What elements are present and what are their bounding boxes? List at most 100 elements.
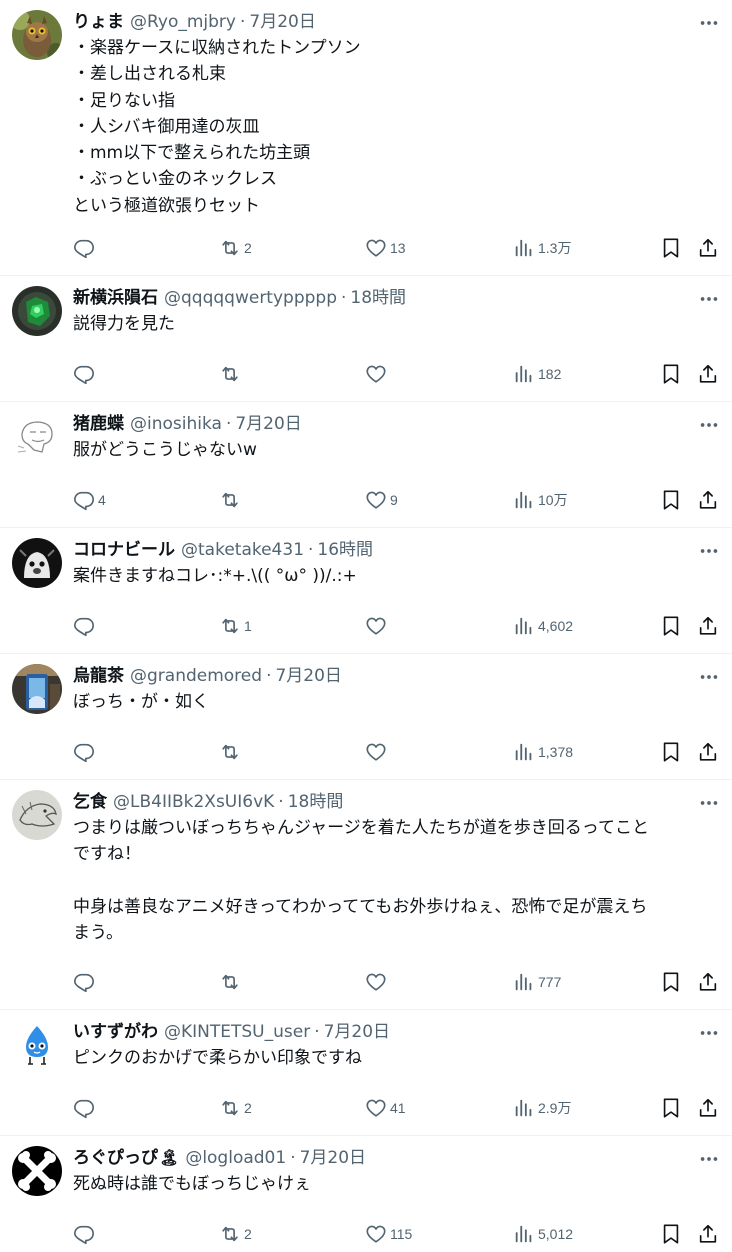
retweet-button[interactable] (219, 969, 244, 995)
bookmark-button[interactable] (660, 1095, 682, 1121)
reply-icon (73, 741, 95, 763)
like-button[interactable] (365, 969, 390, 995)
tweet[interactable]: りょま @Ryo_mjbry · 7月20日 ・楽器ケースに収納されたトンプソン… (0, 0, 732, 276)
user-handle[interactable]: @taketake431 (181, 537, 304, 563)
views-button[interactable]: 10万 (513, 487, 568, 513)
bookmark-button[interactable] (660, 487, 682, 513)
user-handle[interactable]: @inosihika (130, 411, 222, 437)
share-button[interactable] (697, 235, 719, 261)
like-button[interactable]: 9 (365, 487, 398, 513)
views-button[interactable]: 1,378 (513, 739, 573, 765)
user-handle[interactable]: @Ryo_mjbry (130, 9, 236, 35)
more-icon[interactable] (696, 1020, 722, 1046)
bookmark-button[interactable] (660, 613, 682, 639)
bookmark-button[interactable] (660, 361, 682, 387)
display-name[interactable]: 猪鹿蝶 (73, 411, 124, 437)
tweet[interactable]: いすずがわ @KINTETSU_user · 7月20日 ピンクのおかげで柔らか… (0, 1010, 732, 1136)
avatar[interactable] (12, 664, 62, 714)
timestamp[interactable]: 7月20日 (324, 1019, 390, 1045)
share-button[interactable] (697, 969, 719, 995)
timestamp[interactable]: 7月20日 (300, 1145, 366, 1171)
display-name[interactable]: 乞食 (73, 789, 107, 815)
user-handle[interactable]: @logload01 (185, 1145, 286, 1171)
share-button[interactable] (697, 1095, 719, 1121)
share-button[interactable] (697, 1221, 719, 1247)
bookmark-button[interactable] (660, 969, 682, 995)
more-icon[interactable] (696, 1146, 722, 1172)
retweet-button[interactable]: 2 (219, 1095, 252, 1121)
views-button[interactable]: 182 (513, 361, 561, 387)
timestamp[interactable]: 16時間 (317, 537, 373, 563)
retweet-button[interactable]: 1 (219, 613, 252, 639)
more-icon[interactable] (696, 790, 722, 816)
avatar[interactable] (12, 412, 62, 462)
share-button[interactable] (697, 487, 719, 513)
display-name[interactable]: ろぐぴっぴ 🏝 (73, 1145, 179, 1171)
tweet[interactable]: コロナビール @taketake431 · 16時間 案件きますねコレ･:*+.… (0, 528, 732, 654)
reply-button[interactable] (73, 1221, 98, 1247)
timestamp[interactable]: 18時間 (350, 285, 406, 311)
avatar[interactable] (12, 790, 62, 840)
reply-button[interactable] (73, 613, 98, 639)
timestamp[interactable]: 7月20日 (275, 663, 341, 689)
avatar[interactable] (12, 10, 62, 60)
avatar[interactable] (12, 286, 62, 336)
retweet-button[interactable] (219, 739, 244, 765)
user-handle[interactable]: @qqqqqwertyppppp (164, 285, 337, 311)
view-count: 182 (538, 366, 562, 382)
share-button[interactable] (697, 361, 719, 387)
display-name[interactable]: いすずがわ (73, 1019, 158, 1045)
user-handle[interactable]: @LB4IIBk2XsUI6vK (113, 789, 274, 815)
reply-button[interactable] (73, 1095, 98, 1121)
tweet[interactable]: 新横浜隕石 @qqqqqwertyppppp · 18時間 説得力を見た 182 (0, 276, 732, 402)
reply-button[interactable] (73, 235, 98, 261)
like-button[interactable] (365, 739, 390, 765)
bookmark-button[interactable] (660, 1221, 682, 1247)
like-button[interactable]: 13 (365, 235, 406, 261)
share-button[interactable] (697, 739, 719, 765)
bookmark-icon (660, 1097, 682, 1119)
user-handle[interactable]: @KINTETSU_user (164, 1019, 310, 1045)
display-name[interactable]: りょま (73, 9, 124, 35)
display-name[interactable]: 烏龍茶 (73, 663, 124, 689)
avatar[interactable] (12, 1146, 62, 1196)
like-button[interactable]: 115 (365, 1221, 412, 1247)
tweet[interactable]: 烏龍茶 @grandemored · 7月20日 ぼっち・が・如く 1,378 (0, 654, 732, 780)
views-button[interactable]: 5,012 (513, 1221, 573, 1247)
retweet-button[interactable] (219, 487, 244, 513)
more-icon[interactable] (696, 538, 722, 564)
user-handle[interactable]: @grandemored (130, 663, 262, 689)
display-name[interactable]: コロナビール (73, 537, 175, 563)
views-button[interactable]: 777 (513, 969, 561, 995)
view-count: 777 (538, 974, 562, 990)
views-button[interactable]: 2.9万 (513, 1095, 571, 1121)
timestamp[interactable]: 18時間 (288, 789, 344, 815)
retweet-button[interactable]: 2 (219, 1221, 252, 1247)
tweet[interactable]: 猪鹿蝶 @inosihika · 7月20日 服がどうこうじゃないw 4 9 1… (0, 402, 732, 528)
reply-button[interactable] (73, 739, 98, 765)
more-icon[interactable] (696, 286, 722, 312)
tweet[interactable]: ろぐぴっぴ 🏝 @logload01 · 7月20日 死ぬ時は誰でもぼっちじゃけぇ… (0, 1136, 732, 1252)
display-name[interactable]: 新横浜隕石 (73, 285, 158, 311)
views-button[interactable]: 4,602 (513, 613, 573, 639)
like-button[interactable] (365, 613, 390, 639)
retweet-button[interactable] (219, 361, 244, 387)
bookmark-button[interactable] (660, 235, 682, 261)
like-button[interactable]: 41 (365, 1095, 406, 1121)
like-button[interactable] (365, 361, 390, 387)
avatar[interactable] (12, 1020, 62, 1070)
timestamp[interactable]: 7月20日 (249, 9, 315, 35)
more-icon[interactable] (696, 664, 722, 690)
avatar[interactable] (12, 538, 62, 588)
reply-button[interactable]: 4 (73, 487, 106, 513)
more-icon[interactable] (696, 10, 722, 36)
tweet[interactable]: 乞食 @LB4IIBk2XsUI6vK · 18時間 つまりは厳ついぼっちちゃん… (0, 780, 732, 1010)
share-button[interactable] (697, 613, 719, 639)
reply-button[interactable] (73, 969, 98, 995)
bookmark-button[interactable] (660, 739, 682, 765)
views-button[interactable]: 1.3万 (513, 235, 571, 261)
timestamp[interactable]: 7月20日 (235, 411, 301, 437)
reply-button[interactable] (73, 361, 98, 387)
more-icon[interactable] (696, 412, 722, 438)
retweet-button[interactable]: 2 (219, 235, 252, 261)
